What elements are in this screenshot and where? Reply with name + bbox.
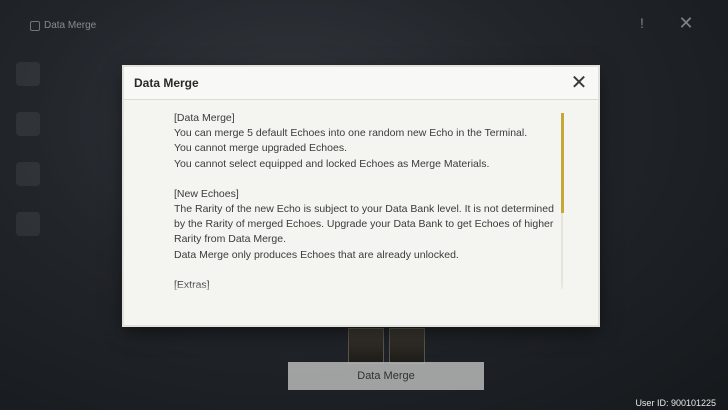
scrollbar-thumb[interactable]	[561, 113, 564, 213]
section-heading: [Data Merge]	[174, 112, 235, 124]
side-menu-icon[interactable]	[16, 112, 40, 136]
section-line: The Rarity of the new Echo is subject to…	[174, 203, 554, 246]
section-heading: [New Echoes]	[174, 187, 239, 200]
dialog-footer	[124, 295, 598, 325]
side-menu-icon[interactable]	[16, 212, 40, 236]
section-new-echoes: [New Echoes] The Rarity of the new Echo …	[174, 187, 566, 263]
dialog-title: Data Merge	[134, 76, 199, 90]
section-line: You cannot select equipped and locked Ec…	[174, 157, 490, 170]
background-close-icon[interactable]: ✕	[677, 14, 695, 32]
dialog-header: Data Merge ✕	[124, 67, 598, 100]
info-icon[interactable]: !	[633, 14, 651, 32]
echo-slot[interactable]	[389, 328, 425, 364]
side-menu-icon[interactable]	[16, 162, 40, 186]
back-icon	[30, 20, 40, 31]
data-merge-button[interactable]: Data Merge	[288, 362, 484, 390]
section-line: You cannot merge upgraded Echoes.	[174, 142, 347, 155]
section-line: You can merge 5 default Echoes into one …	[174, 127, 528, 140]
echo-slot[interactable]	[348, 328, 384, 364]
section-data-merge: [Data Merge] You can merge 5 default Ech…	[174, 111, 566, 172]
section-line: Data Merge only produces Echoes that are…	[174, 248, 459, 261]
close-icon[interactable]: ✕	[568, 72, 590, 94]
user-id: User ID: 900101225	[635, 398, 716, 408]
side-menu-icon[interactable]	[16, 62, 40, 86]
data-merge-dialog: Data Merge ✕ [Data Merge] You can merge …	[124, 67, 598, 325]
background-title-text: Data Merge	[44, 20, 97, 31]
background-title: Data Merge	[30, 20, 96, 31]
dialog-body[interactable]: [Data Merge] You can merge 5 default Ech…	[174, 111, 566, 291]
